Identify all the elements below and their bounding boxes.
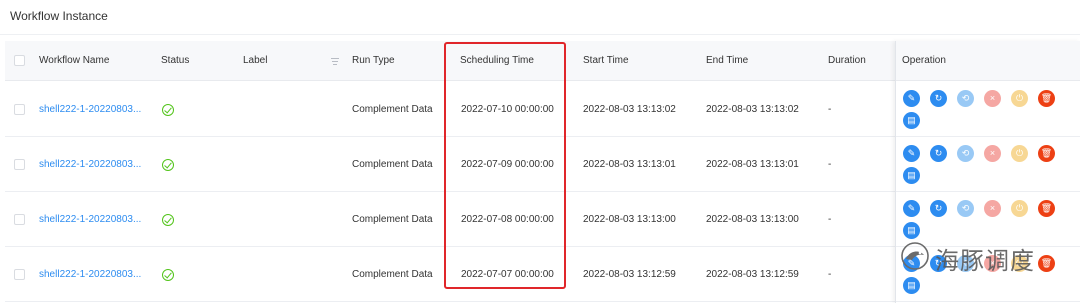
delete-icon[interactable]: 🗑 bbox=[1038, 90, 1055, 107]
end-time-cell: 2022-08-03 13:12:59 bbox=[706, 269, 799, 280]
duration-cell: - bbox=[828, 214, 832, 225]
delete-icon[interactable]: 🗑 bbox=[1038, 200, 1055, 217]
rerun-icon[interactable]: ↻ bbox=[930, 90, 947, 107]
page-header: Workflow Instance bbox=[0, 0, 1080, 36]
pause-icon[interactable]: ⏻ bbox=[1011, 90, 1028, 107]
row-checkbox[interactable] bbox=[14, 214, 25, 225]
column-header-start-time[interactable]: Start Time bbox=[583, 41, 629, 81]
column-header-label[interactable]: Label bbox=[243, 41, 267, 81]
filter-icon[interactable] bbox=[331, 58, 339, 65]
column-header-operation: Operation bbox=[902, 55, 946, 66]
start-time-cell: 2022-08-03 13:12:59 bbox=[583, 269, 676, 280]
delete-icon[interactable]: 🗑 bbox=[1038, 145, 1055, 162]
gantt-icon[interactable]: ▤ bbox=[903, 167, 920, 184]
recover-icon[interactable]: ⟲ bbox=[957, 145, 974, 162]
success-status-icon bbox=[162, 214, 174, 226]
gantt-icon[interactable]: ▤ bbox=[903, 112, 920, 129]
success-status-icon bbox=[162, 269, 174, 281]
rerun-icon[interactable]: ↻ bbox=[930, 145, 947, 162]
gantt-icon[interactable]: ▤ bbox=[903, 277, 920, 294]
stop-icon[interactable]: × bbox=[984, 200, 1001, 217]
start-time-cell: 2022-08-03 13:13:01 bbox=[583, 159, 676, 170]
recover-icon[interactable]: ⟲ bbox=[957, 200, 974, 217]
watermark-text: 海豚调度 bbox=[935, 247, 1035, 275]
workflow-name-link[interactable]: shell222-1-20220803... bbox=[39, 192, 141, 247]
stop-icon[interactable]: × bbox=[984, 145, 1001, 162]
pause-icon[interactable]: ⏻ bbox=[1011, 145, 1028, 162]
pause-icon[interactable]: ⏻ bbox=[1011, 200, 1028, 217]
column-header-duration[interactable]: Duration bbox=[828, 41, 866, 81]
header-divider bbox=[0, 34, 1080, 35]
rerun-icon[interactable]: ↻ bbox=[930, 200, 947, 217]
duration-cell: - bbox=[828, 104, 832, 115]
scheduling-time-highlight-box bbox=[444, 42, 566, 289]
success-status-icon bbox=[162, 159, 174, 171]
row-checkbox[interactable] bbox=[14, 159, 25, 170]
run-type-cell: Complement Data bbox=[352, 104, 433, 115]
row-checkbox[interactable] bbox=[14, 104, 25, 115]
select-all-checkbox[interactable] bbox=[14, 55, 25, 66]
success-status-icon bbox=[162, 104, 174, 116]
run-type-cell: Complement Data bbox=[352, 214, 433, 225]
end-time-cell: 2022-08-03 13:13:01 bbox=[706, 159, 799, 170]
column-header-run-type[interactable]: Run Type bbox=[352, 41, 395, 81]
run-type-cell: Complement Data bbox=[352, 269, 433, 280]
dolphin-logo-icon bbox=[901, 242, 929, 270]
page-title: Workflow Instance bbox=[10, 9, 108, 23]
edit-icon[interactable]: ✎ bbox=[903, 200, 920, 217]
edit-icon[interactable]: ✎ bbox=[903, 90, 920, 107]
column-header-end-time[interactable]: End Time bbox=[706, 41, 748, 81]
column-header-status[interactable]: Status bbox=[161, 41, 189, 81]
end-time-cell: 2022-08-03 13:13:02 bbox=[706, 104, 799, 115]
stop-icon[interactable]: × bbox=[984, 90, 1001, 107]
recover-icon[interactable]: ⟲ bbox=[957, 90, 974, 107]
workflow-name-link[interactable]: shell222-1-20220803... bbox=[39, 247, 141, 302]
column-header-workflow-name[interactable]: Workflow Name bbox=[39, 41, 109, 81]
duration-cell: - bbox=[828, 269, 832, 280]
run-type-cell: Complement Data bbox=[352, 159, 433, 170]
start-time-cell: 2022-08-03 13:13:02 bbox=[583, 104, 676, 115]
row-checkbox[interactable] bbox=[14, 269, 25, 280]
edit-icon[interactable]: ✎ bbox=[903, 145, 920, 162]
duration-cell: - bbox=[828, 159, 832, 170]
end-time-cell: 2022-08-03 13:13:00 bbox=[706, 214, 799, 225]
watermark: 海豚调度 bbox=[899, 235, 1074, 279]
start-time-cell: 2022-08-03 13:13:00 bbox=[583, 214, 676, 225]
workflow-name-link[interactable]: shell222-1-20220803... bbox=[39, 82, 141, 137]
workflow-name-link[interactable]: shell222-1-20220803... bbox=[39, 137, 141, 192]
